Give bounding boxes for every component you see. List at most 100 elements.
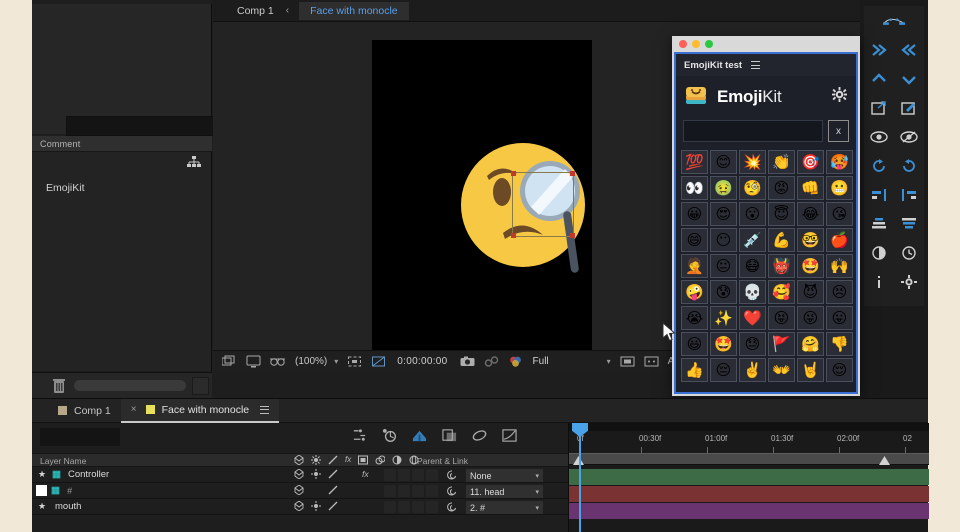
emoji-cell[interactable]: 🧐 [739, 176, 766, 200]
take-snapshot-icon[interactable] [222, 355, 237, 368]
emoji-cell[interactable]: 👎 [826, 332, 853, 356]
zoom-level[interactable]: (100%) [295, 356, 327, 367]
info-icon[interactable] [868, 272, 890, 292]
emoji-cell[interactable]: 😣 [826, 280, 853, 304]
emoji-cell[interactable]: 😭 [681, 306, 708, 330]
playhead-line[interactable] [579, 427, 581, 532]
panel-menu-icon[interactable] [751, 61, 761, 69]
region-of-interest-icon[interactable] [347, 355, 362, 368]
emojikit-panel-window[interactable]: EmojiKit test EmojiKit x 💯 😊 💥 👏 🎯 🥵 👀 🤢… [672, 36, 860, 396]
selection-bounding-box[interactable] [511, 171, 575, 238]
emoji-cell[interactable]: 🎯 [797, 150, 824, 174]
timeline-ruler[interactable]: 0f00:30f01:00f01:30f02:00f02 [569, 431, 929, 453]
emoji-cell[interactable]: 😮 [739, 202, 766, 226]
emoji-cell[interactable]: 🙌 [826, 254, 853, 278]
minimize-button[interactable] [692, 40, 700, 48]
emoji-cell[interactable]: 🥰 [768, 280, 795, 304]
redo-icon[interactable] [868, 156, 890, 176]
timeline-timecode-field[interactable] [40, 428, 120, 446]
emoji-cell[interactable]: 👹 [768, 254, 795, 278]
emoji-cell[interactable]: 😡 [768, 176, 795, 200]
emoji-cell[interactable]: 🤩 [797, 254, 824, 278]
panel-menu-icon[interactable] [260, 405, 270, 414]
motion-blur-switch-icon[interactable] [311, 469, 321, 479]
emoji-cell[interactable]: 😝 [768, 306, 795, 330]
close-button[interactable] [679, 40, 687, 48]
3d-switch-icon[interactable] [294, 469, 304, 479]
parent-link-dropdown[interactable]: 2. # ▾ [466, 501, 543, 514]
layer-duration-bar[interactable] [569, 503, 929, 519]
show-channel-icon[interactable] [246, 355, 261, 368]
3d-switch-icon[interactable] [294, 501, 304, 511]
motion-blur-icon[interactable] [382, 428, 397, 443]
expand-down-icon[interactable] [898, 69, 920, 89]
emojikit-search-input[interactable] [683, 120, 823, 142]
emoji-cell[interactable]: 😐 [710, 254, 737, 278]
emoji-cell[interactable]: 👐 [768, 358, 795, 382]
layer-duration-bar[interactable] [569, 486, 929, 502]
layer-duration-bar[interactable] [569, 469, 929, 485]
distribute-top-icon[interactable] [898, 214, 920, 234]
skip-forward-icon[interactable] [868, 40, 890, 60]
quality-switch-icon[interactable] [328, 501, 338, 511]
emoji-cell[interactable]: 😶 [710, 228, 737, 252]
emoji-cell[interactable]: 😍 [710, 202, 737, 226]
trash-icon[interactable] [52, 378, 66, 394]
emoji-cell[interactable]: 🤢 [710, 176, 737, 200]
emoji-cell[interactable]: 🤓 [797, 228, 824, 252]
emoji-cell[interactable]: 🥵 [826, 150, 853, 174]
emoji-cell[interactable]: 😀 [681, 202, 708, 226]
clock-icon[interactable] [898, 243, 920, 263]
3d-glasses-icon[interactable] [270, 355, 285, 368]
emoji-cell[interactable]: ❤️ [739, 306, 766, 330]
timeline-tab-face-with-monocle[interactable]: × Face with monocle [120, 398, 280, 423]
motion-blur-switch-icon[interactable] [311, 501, 321, 511]
work-area-end-handle[interactable] [879, 456, 890, 465]
emoji-cell[interactable]: 🤦 [681, 254, 708, 278]
resolution-dropdown-chevron-icon[interactable]: ▾ [607, 357, 611, 366]
resolution-value[interactable]: Full [533, 356, 549, 367]
current-timecode[interactable]: 0:00:00:00 [397, 356, 447, 367]
camera-icon[interactable] [460, 355, 475, 368]
emoji-cell[interactable]: 😃 [681, 332, 708, 356]
emoji-cell[interactable]: 🍎 [826, 228, 853, 252]
emoji-cell[interactable]: 😓 [739, 332, 766, 356]
emoji-cell[interactable]: 💯 [681, 150, 708, 174]
open-external-icon[interactable] [868, 98, 890, 118]
undo-icon[interactable] [898, 156, 920, 176]
emoji-cell[interactable]: 😷 [739, 254, 766, 278]
emoji-cell[interactable]: 😄 [681, 228, 708, 252]
skip-backward-icon[interactable] [898, 40, 920, 60]
emoji-cell[interactable]: 😈 [797, 280, 824, 304]
draft-3d-icon[interactable] [412, 428, 427, 443]
emoji-cell[interactable]: 💀 [739, 280, 766, 304]
proxy-icon[interactable] [644, 355, 659, 368]
tab-comp-1[interactable]: Comp 1 [237, 5, 274, 17]
work-area-bar[interactable] [569, 453, 929, 465]
layer-switches[interactable] [294, 501, 338, 511]
emoji-cell[interactable]: 😘 [826, 202, 853, 226]
timeline-tab-comp-1[interactable]: Comp 1 [48, 399, 121, 423]
zoom-button[interactable] [705, 40, 713, 48]
emoji-cell[interactable]: 💪 [768, 228, 795, 252]
emoji-cell[interactable]: 🤗 [797, 332, 824, 356]
graph-editor-icon[interactable] [883, 11, 905, 31]
quality-switch-icon[interactable] [328, 485, 338, 495]
emoji-cell[interactable]: 🚩 [768, 332, 795, 356]
align-right-icon[interactable] [868, 185, 890, 205]
pick-whip-icon[interactable] [447, 486, 457, 496]
settings-gear-icon[interactable] [898, 272, 920, 292]
layer-switches[interactable] [294, 469, 338, 479]
frame-blending-icon[interactable] [442, 428, 457, 443]
3d-switch-icon[interactable] [294, 485, 304, 495]
emoji-cell[interactable]: 🤘 [797, 358, 824, 382]
project-footer-button[interactable] [192, 377, 209, 395]
mask-icon[interactable] [620, 355, 635, 368]
emoji-cell[interactable]: 😌 [826, 358, 853, 382]
timeline-graph-area[interactable]: 0f00:30f01:00f01:30f02:00f02 [568, 423, 929, 532]
close-icon[interactable]: × [131, 404, 137, 415]
color-management-icon[interactable] [508, 355, 523, 368]
emoji-cell[interactable]: 😔 [710, 358, 737, 382]
emojikit-titlebar[interactable] [672, 36, 860, 52]
align-left-icon[interactable] [898, 185, 920, 205]
